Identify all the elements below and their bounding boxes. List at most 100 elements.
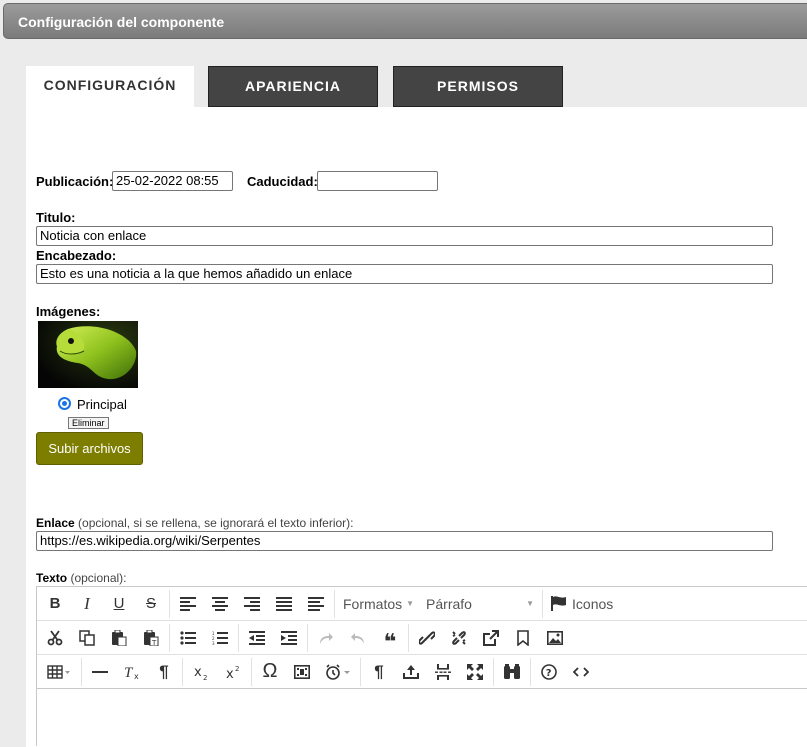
svg-text:x: x bbox=[226, 667, 234, 680]
tab-configuracion[interactable]: CONFIGURACIÓN bbox=[26, 66, 194, 108]
principal-radio[interactable] bbox=[58, 397, 71, 410]
toolbar-separator bbox=[542, 589, 544, 618]
insert-block-icon[interactable] bbox=[395, 657, 427, 687]
open-link-icon[interactable] bbox=[475, 623, 507, 653]
svg-text:x: x bbox=[134, 672, 139, 680]
svg-text:3: 3 bbox=[212, 641, 215, 645]
numbered-list-icon[interactable]: 123 bbox=[204, 623, 236, 653]
indent-icon[interactable] bbox=[273, 623, 305, 653]
insert-datetime-icon[interactable] bbox=[318, 657, 358, 687]
svg-text:2: 2 bbox=[203, 674, 207, 680]
align-left-icon[interactable] bbox=[172, 589, 204, 619]
media-icon[interactable] bbox=[286, 657, 318, 687]
bookmark-icon[interactable] bbox=[507, 623, 539, 653]
chevron-down-icon: ▼ bbox=[406, 599, 415, 608]
search-replace-icon[interactable] bbox=[496, 657, 528, 687]
window-title-bar: Configuración del componente bbox=[3, 3, 807, 39]
bullet-list-icon[interactable] bbox=[172, 623, 204, 653]
toolbar-separator bbox=[182, 657, 183, 686]
enlace-label: Enlace bbox=[36, 516, 75, 530]
horizontal-rule-icon[interactable] bbox=[84, 657, 116, 687]
align-none-icon[interactable] bbox=[300, 589, 332, 619]
subscript-icon[interactable]: x2 bbox=[185, 657, 217, 687]
source-code-icon[interactable] bbox=[565, 657, 597, 687]
blockquote-icon[interactable]: ❝ bbox=[374, 623, 406, 654]
paste-text-icon[interactable]: T bbox=[135, 623, 167, 653]
formats-dropdown[interactable]: Formatos ▼ bbox=[337, 589, 420, 619]
svg-text:T: T bbox=[151, 639, 157, 646]
upload-files-button[interactable]: Subir archivos bbox=[36, 432, 143, 465]
svg-text:x: x bbox=[194, 665, 202, 680]
italic-button[interactable]: I bbox=[71, 589, 103, 619]
formats-label: Formatos bbox=[343, 595, 403, 612]
enlace-label-row: Enlace (opcional, si se rellena, se igno… bbox=[36, 516, 354, 530]
toolbar-separator bbox=[360, 657, 361, 686]
toolbar-separator bbox=[493, 657, 494, 686]
enlace-input[interactable]: https://es.wikipedia.org/wiki/Serpentes bbox=[36, 531, 773, 551]
delete-image-button[interactable]: Eliminar bbox=[68, 417, 109, 429]
toolbar-row-2: T 123 ❝ bbox=[37, 621, 807, 655]
bold-button[interactable]: B bbox=[39, 589, 71, 619]
superscript-icon[interactable]: x2 bbox=[217, 657, 249, 687]
unlink-icon[interactable] bbox=[443, 623, 475, 653]
toolbar-separator bbox=[307, 623, 308, 652]
strikethrough-button[interactable]: S bbox=[135, 589, 167, 619]
encabezado-label: Encabezado: bbox=[36, 248, 117, 263]
texto-label-row: Texto (opcional): bbox=[36, 571, 127, 585]
rich-text-editor: B I U S Formatos ▼ Párrafo ▼ Iconos T 1 … bbox=[36, 586, 807, 747]
toolbar-separator bbox=[334, 589, 335, 618]
caducidad-input[interactable] bbox=[317, 171, 438, 191]
toolbar-separator bbox=[238, 623, 239, 652]
window-title: Configuración del componente bbox=[18, 14, 225, 30]
texto-note: (opcional): bbox=[67, 571, 127, 585]
clear-format-icon[interactable]: Tx bbox=[116, 657, 148, 687]
texto-label: Texto bbox=[36, 571, 68, 585]
cut-icon[interactable] bbox=[39, 623, 71, 653]
toolbar-separator bbox=[251, 657, 252, 686]
tab-apariencia[interactable]: APARIENCIA bbox=[208, 66, 378, 107]
paragraph-icon[interactable]: ¶ bbox=[363, 657, 395, 687]
table-icon[interactable] bbox=[39, 657, 79, 687]
flag-icon bbox=[551, 596, 567, 611]
titulo-input[interactable]: Noticia con enlace bbox=[36, 226, 773, 246]
toolbar-separator bbox=[169, 589, 170, 618]
tab-permisos[interactable]: PERMISOS bbox=[393, 66, 563, 107]
toolbar-separator bbox=[81, 657, 82, 686]
block-format-dropdown[interactable]: Párrafo ▼ bbox=[420, 589, 540, 619]
special-char-icon[interactable]: Ω bbox=[254, 657, 286, 687]
align-justify-icon[interactable] bbox=[268, 589, 300, 619]
caducidad-label: Caducidad: bbox=[247, 174, 318, 189]
link-icon[interactable] bbox=[411, 623, 443, 653]
paste-icon[interactable] bbox=[103, 623, 135, 653]
encabezado-input[interactable]: Esto es una noticia a la que hemos añadi… bbox=[36, 264, 773, 284]
imagenes-label: Imágenes: bbox=[36, 304, 101, 319]
fullscreen-icon[interactable] bbox=[459, 657, 491, 687]
align-right-icon[interactable] bbox=[236, 589, 268, 619]
help-icon[interactable]: ? bbox=[533, 657, 565, 687]
svg-text:?: ? bbox=[546, 668, 552, 679]
icons-button[interactable]: Iconos bbox=[545, 589, 619, 619]
publicacion-input[interactable]: 25-02-2022 08:55 bbox=[112, 171, 233, 191]
image-thumbnail bbox=[38, 321, 138, 388]
titulo-label: Titulo: bbox=[36, 210, 76, 225]
publicacion-label: Publicación: bbox=[36, 174, 114, 189]
principal-label: Principal bbox=[77, 397, 127, 412]
copy-icon[interactable] bbox=[71, 623, 103, 653]
enlace-note: (opcional, si se rellena, se ignorará el… bbox=[74, 516, 354, 530]
underline-button[interactable]: U bbox=[103, 589, 135, 619]
page-break-icon[interactable] bbox=[427, 657, 459, 687]
image-icon[interactable] bbox=[539, 623, 571, 653]
icons-label: Iconos bbox=[572, 595, 614, 612]
redo-icon[interactable] bbox=[310, 623, 342, 653]
block-format-label: Párrafo bbox=[426, 595, 472, 612]
align-center-icon[interactable] bbox=[204, 589, 236, 619]
chevron-down-icon: ▼ bbox=[526, 599, 535, 608]
editor-content-area[interactable] bbox=[37, 690, 807, 747]
toolbar-separator bbox=[530, 657, 531, 686]
svg-text:T: T bbox=[124, 665, 134, 680]
outdent-icon[interactable] bbox=[241, 623, 273, 653]
toolbar-row-1: B I U S Formatos ▼ Párrafo ▼ Iconos bbox=[37, 587, 807, 621]
undo-icon[interactable] bbox=[342, 623, 374, 653]
toolbar-separator bbox=[408, 623, 409, 652]
pilcrow-icon[interactable]: ¶ bbox=[148, 657, 180, 687]
